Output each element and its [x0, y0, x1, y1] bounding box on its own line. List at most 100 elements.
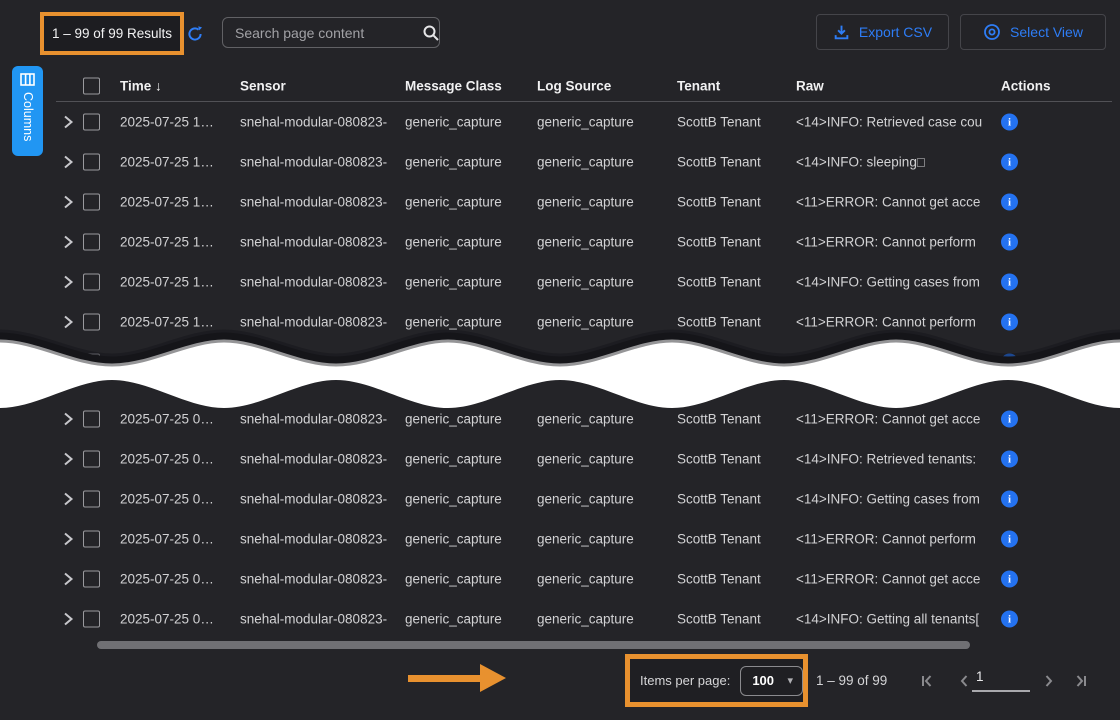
row-checkbox[interactable]	[83, 354, 100, 371]
cell-sensor: snehal-modular-080823-	[240, 315, 398, 330]
row-checkbox[interactable]	[83, 611, 100, 628]
info-icon[interactable]: i	[1001, 611, 1018, 628]
info-icon[interactable]: i	[1001, 274, 1018, 291]
table-row: 2025-07-25 1… snehal-modular-080823- gen…	[0, 102, 1120, 142]
cell-tenant: ScottB Tenant	[677, 492, 789, 507]
table-row: 2025-07-25 1… snehal-modular-080823- gen…	[0, 142, 1120, 182]
cell-message-class: generic_capture	[405, 532, 533, 547]
info-icon[interactable]: i	[1001, 451, 1018, 468]
expand-row-icon[interactable]	[60, 194, 76, 210]
info-icon[interactable]: i	[1001, 411, 1018, 428]
info-icon[interactable]: i	[1001, 114, 1018, 131]
cell-raw: <14>INFO: Getting cases from	[796, 275, 996, 290]
first-page-button[interactable]	[918, 672, 936, 690]
expand-row-icon[interactable]	[60, 274, 76, 290]
cell-log-source: generic_capture	[537, 155, 669, 170]
expand-row-icon[interactable]	[60, 154, 76, 170]
expand-row-icon[interactable]	[60, 451, 76, 467]
row-checkbox[interactable]	[83, 194, 100, 211]
row-checkbox[interactable]	[83, 114, 100, 131]
cell-raw: <11>ERROR: Cannot get acce	[796, 195, 996, 210]
cell-message-class: generic_capture	[405, 452, 533, 467]
annotation-arrow	[408, 664, 508, 692]
info-icon[interactable]: i	[1001, 154, 1018, 171]
refresh-icon[interactable]	[186, 25, 204, 43]
expand-row-icon[interactable]	[60, 531, 76, 547]
items-per-page-dropdown[interactable]: 100 ▾	[740, 666, 803, 696]
expand-row-icon[interactable]	[60, 611, 76, 627]
previous-page-button[interactable]	[955, 672, 973, 690]
expand-row-icon[interactable]	[60, 571, 76, 587]
cell-tenant: ScottB Tenant	[677, 572, 789, 587]
info-icon[interactable]: i	[1001, 234, 1018, 251]
table-row: 2025-07-25 0… snehal-modular-080823- gen…	[0, 439, 1120, 479]
chevron-down-icon: ▾	[787, 674, 793, 687]
cell-log-source: generic_capture	[537, 412, 669, 427]
cell-time: 2025-07-25 0…	[120, 572, 232, 587]
select-view-button[interactable]: Select View	[960, 14, 1106, 50]
cell-message-class: generic_capture	[405, 275, 533, 290]
cell-raw: <14>INFO: Getting all tenants[	[796, 612, 996, 627]
row-checkbox[interactable]	[83, 451, 100, 468]
export-csv-button[interactable]: Export CSV	[816, 14, 949, 50]
cell-message-class: generic_capture	[405, 612, 533, 627]
page-number-input[interactable]	[972, 669, 1030, 692]
info-icon[interactable]: i	[1001, 491, 1018, 508]
table-header-row: Time ↓ Sensor Message Class Log Source T…	[0, 70, 1120, 101]
cell-raw: <11>ERROR: Cannot get acce	[796, 412, 996, 427]
info-icon[interactable]: i	[1001, 531, 1018, 548]
row-checkbox[interactable]	[83, 154, 100, 171]
log-viewer-page: { "toolbar": { "results_text": "1 – 99 o…	[0, 0, 1120, 720]
expand-row-icon[interactable]	[60, 234, 76, 250]
cell-message-class: generic_capture	[405, 315, 533, 330]
info-icon[interactable]: i	[1001, 354, 1018, 371]
table-row: 2025-07-25 1… snehal-modular-080823- gen…	[0, 182, 1120, 222]
cell-sensor: snehal-modular-080823-	[240, 235, 398, 250]
cell-log-source: generic_capture	[537, 572, 669, 587]
row-checkbox[interactable]	[83, 531, 100, 548]
column-header-raw: Raw	[796, 78, 996, 93]
cell-sensor: snehal-modular-080823-	[240, 195, 398, 210]
column-header-time[interactable]: Time ↓	[120, 78, 232, 93]
info-icon[interactable]: i	[1001, 194, 1018, 211]
cell-raw: <11>ERROR: Cannot perform	[796, 532, 996, 547]
cell-tenant: ScottB Tenant	[677, 275, 789, 290]
cell-time: 2025-07-25 0…	[120, 412, 232, 427]
cell-message-class: generic_capture	[405, 492, 533, 507]
row-checkbox[interactable]	[83, 234, 100, 251]
expand-row-icon[interactable]	[60, 354, 76, 370]
cell-log-source: generic_capture	[537, 195, 669, 210]
cell-sensor: snehal-modular-080823-	[240, 612, 398, 627]
items-per-page-value: 100	[752, 673, 774, 688]
cell-sensor: snehal-modular-080823-	[240, 452, 398, 467]
last-page-button[interactable]	[1072, 672, 1090, 690]
expand-row-icon[interactable]	[60, 411, 76, 427]
cell-tenant: ScottB Tenant	[677, 315, 789, 330]
cell-log-source: generic_capture	[537, 492, 669, 507]
table-row: 2025-07-25 1… snehal-modular-080823- gen…	[0, 222, 1120, 262]
row-checkbox[interactable]	[83, 571, 100, 588]
search-icon[interactable]	[422, 24, 440, 42]
row-checkbox[interactable]	[83, 314, 100, 331]
table-row: 2025-07-25 0… snehal-modular-080823- gen…	[0, 599, 1120, 639]
cell-sensor: snehal-modular-080823-	[240, 355, 398, 370]
cell-message-class: generic_capture	[405, 235, 533, 250]
row-checkbox[interactable]	[83, 411, 100, 428]
row-checkbox[interactable]	[83, 491, 100, 508]
next-page-button[interactable]	[1040, 672, 1058, 690]
columns-panel-tab[interactable]: Columns	[12, 66, 43, 156]
horizontal-scrollbar-thumb[interactable]	[97, 641, 970, 649]
row-checkbox[interactable]	[83, 274, 100, 291]
expand-row-icon[interactable]	[60, 114, 76, 130]
table-rows-lower: 2025-07-25 0… snehal-modular-080823- gen…	[0, 399, 1120, 639]
cell-log-source: generic_capture	[537, 235, 669, 250]
expand-row-icon[interactable]	[60, 314, 76, 330]
search-input[interactable]	[223, 25, 422, 41]
info-icon[interactable]: i	[1001, 571, 1018, 588]
cell-time: 2025-07-25 0…	[120, 532, 232, 547]
expand-row-icon[interactable]	[60, 491, 76, 507]
sort-descending-icon: ↓	[155, 78, 162, 93]
info-icon[interactable]: i	[1001, 314, 1018, 331]
table-row: 2025-07-25 1… snehal-modular-080823- gen…	[0, 342, 1120, 382]
select-all-checkbox[interactable]	[83, 77, 100, 94]
